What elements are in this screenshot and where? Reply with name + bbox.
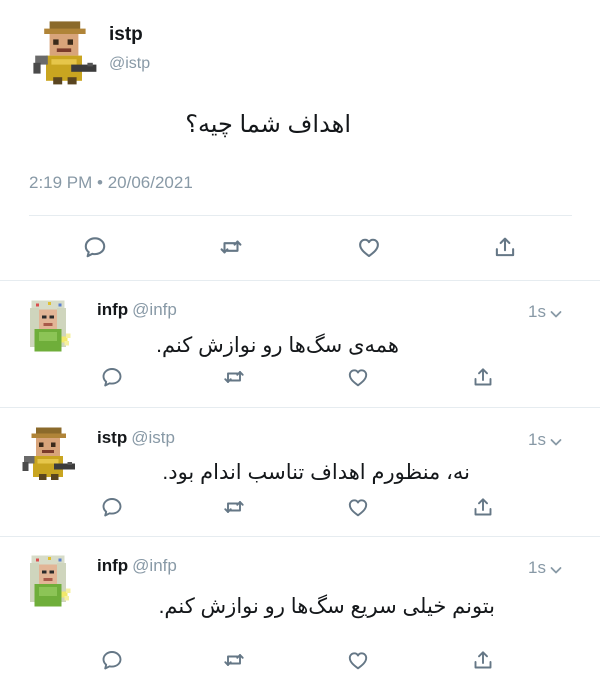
like-icon[interactable] [346, 365, 370, 389]
reply-time: 1s [528, 430, 546, 449]
retweet-icon[interactable] [222, 648, 246, 672]
infp-pixel-avatar-icon[interactable] [18, 296, 78, 356]
reply-icon[interactable] [82, 234, 108, 260]
chevron-down-icon[interactable] [549, 434, 563, 448]
reply-time: 1s [528, 302, 546, 321]
retweet-icon[interactable] [222, 365, 246, 389]
tweet-timestamp[interactable]: 2:19 PM • 20/06/2021 [29, 173, 193, 193]
divider [0, 280, 600, 281]
reply-time: 1s [528, 558, 546, 577]
author-handle[interactable]: @istp [109, 55, 150, 73]
chevron-down-icon[interactable] [549, 306, 563, 320]
chevron-down-icon[interactable] [549, 562, 563, 576]
share-icon[interactable] [492, 234, 518, 260]
reply-author-name[interactable]: infp [97, 556, 128, 575]
retweet-icon[interactable] [222, 495, 246, 519]
share-icon[interactable] [471, 648, 495, 672]
like-icon[interactable] [346, 495, 370, 519]
divider [0, 536, 600, 537]
like-icon[interactable] [356, 234, 382, 260]
reply-author-handle[interactable]: @istp [131, 428, 175, 447]
infp-pixel-avatar-icon[interactable] [18, 551, 78, 611]
reply-icon[interactable] [100, 648, 124, 672]
divider [29, 215, 572, 216]
divider [0, 407, 600, 408]
reply-text: همه‌ی سگ‌ها رو نوازش کنم. [156, 334, 399, 357]
share-icon[interactable] [471, 365, 495, 389]
reply-text: نه، منظورم اهداف تناسب اندام بود. [162, 461, 470, 484]
reply-author-handle[interactable]: @infp [132, 300, 177, 319]
istp-pixel-avatar-icon[interactable] [28, 16, 100, 88]
reply-author-handle[interactable]: @infp [132, 556, 177, 575]
reply-text: بتونم خیلی سریع سگ‌ها رو نوازش کنم. [158, 595, 495, 618]
istp-pixel-avatar-icon[interactable] [18, 423, 78, 483]
reply-icon[interactable] [100, 495, 124, 519]
reply-author-name[interactable]: infp [97, 300, 128, 319]
tweet-text: اهداف شما چیه؟ [185, 111, 351, 138]
author-name[interactable]: istp [109, 24, 143, 46]
like-icon[interactable] [346, 648, 370, 672]
retweet-icon[interactable] [218, 234, 244, 260]
reply-icon[interactable] [100, 365, 124, 389]
share-icon[interactable] [471, 495, 495, 519]
reply-author-name[interactable]: istp [97, 428, 127, 447]
